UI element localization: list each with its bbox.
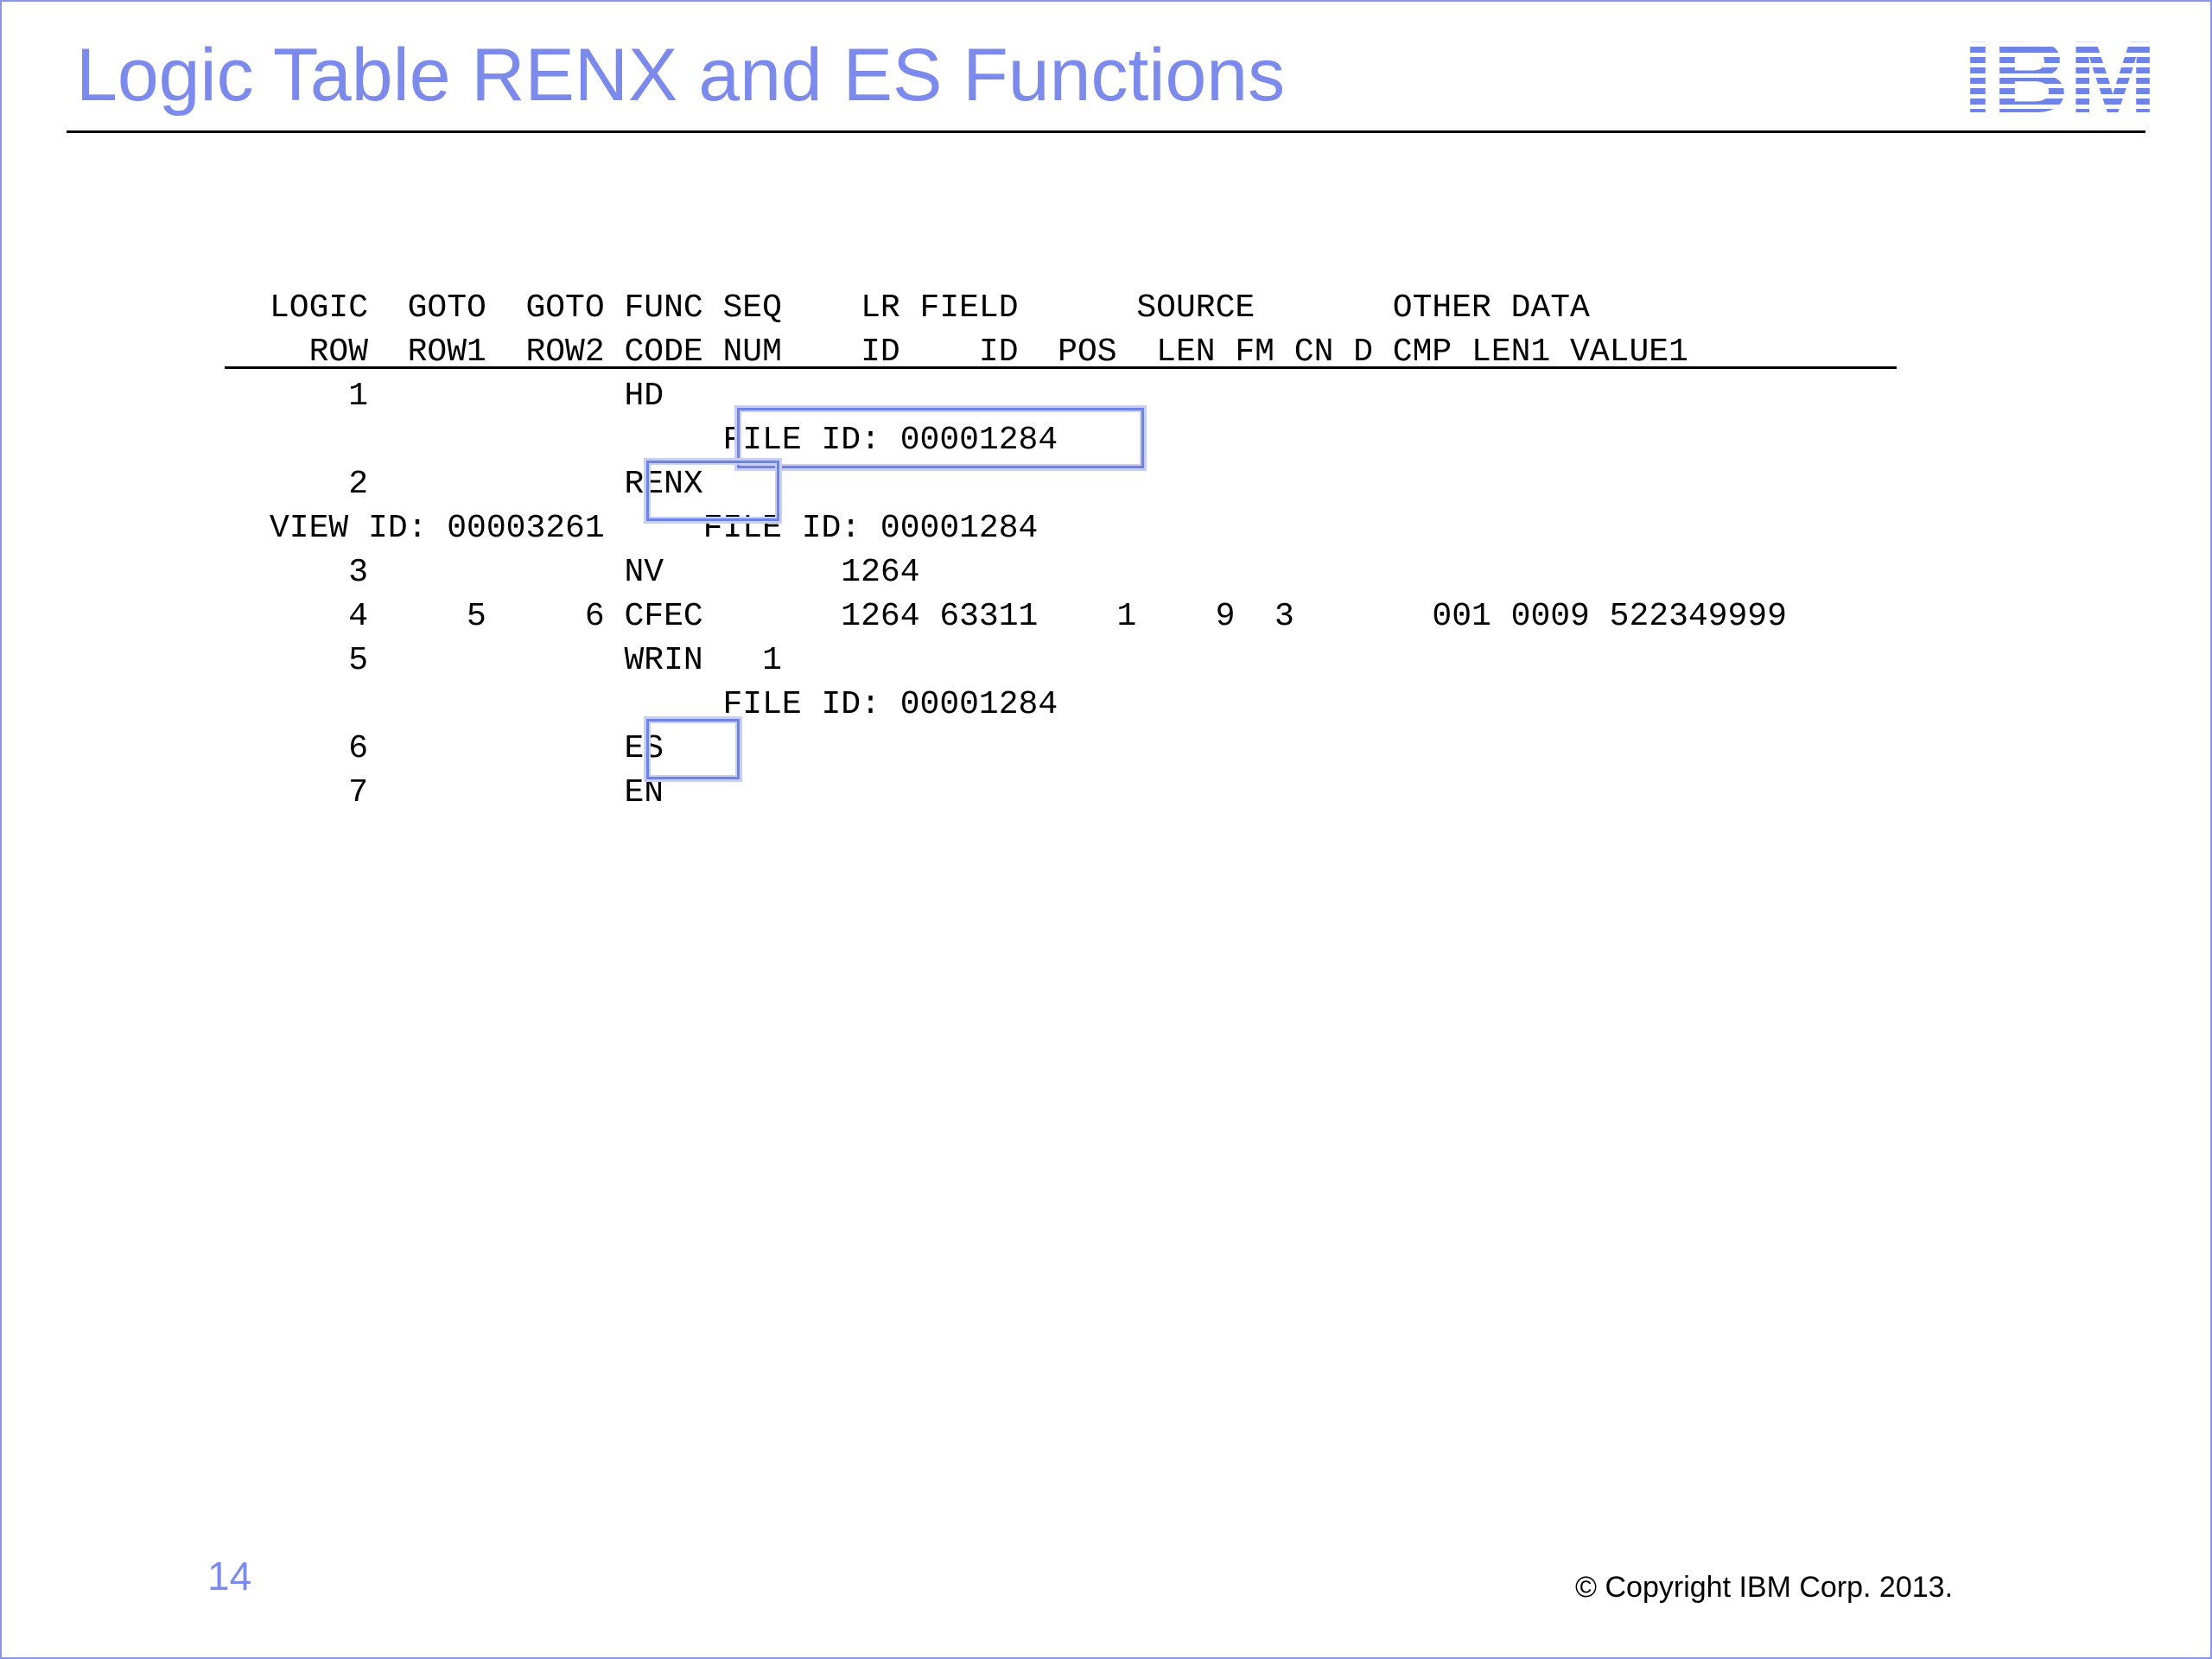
highlight-file-id-box [737,408,1144,468]
highlight-es-box [646,719,740,779]
highlight-renx-box [646,461,779,521]
table-header-line-1: LOGIC GOTO GOTO FUNC SEQ LR FIELD SOURCE… [270,289,1590,327]
ibm-logo-text: IBM [1963,36,2157,116]
slide-title: Logic Table RENX and ES Functions [76,34,1286,117]
table-row-5-detail: FILE ID: 00001284 [270,686,1058,723]
table-row-5: 5 WRIN 1 [270,642,782,679]
slide-frame [0,0,2212,1659]
copyright-notice: © Copyright IBM Corp. 2013. [1575,1571,1954,1604]
table-row-1: 1 HD [270,378,664,415]
table-row-2: 2 RENX [270,466,703,503]
table-row-6: 6 ES [270,730,664,767]
table-row-4: 4 5 6 CFEC 1264 63311 1 9 3 001 0009 522… [270,598,1787,635]
title-underline [67,130,2145,133]
table-header-line-2: ROW ROW1 ROW2 CODE NUM ID ID POS LEN FM … [270,334,1688,371]
page-number: 14 [207,1554,252,1599]
table-row-3: 3 NV 1264 [270,554,920,591]
table-row-7: 7 EN [270,774,664,811]
ibm-logo: IBM [1963,36,2157,116]
table-header-rule [225,366,1897,369]
